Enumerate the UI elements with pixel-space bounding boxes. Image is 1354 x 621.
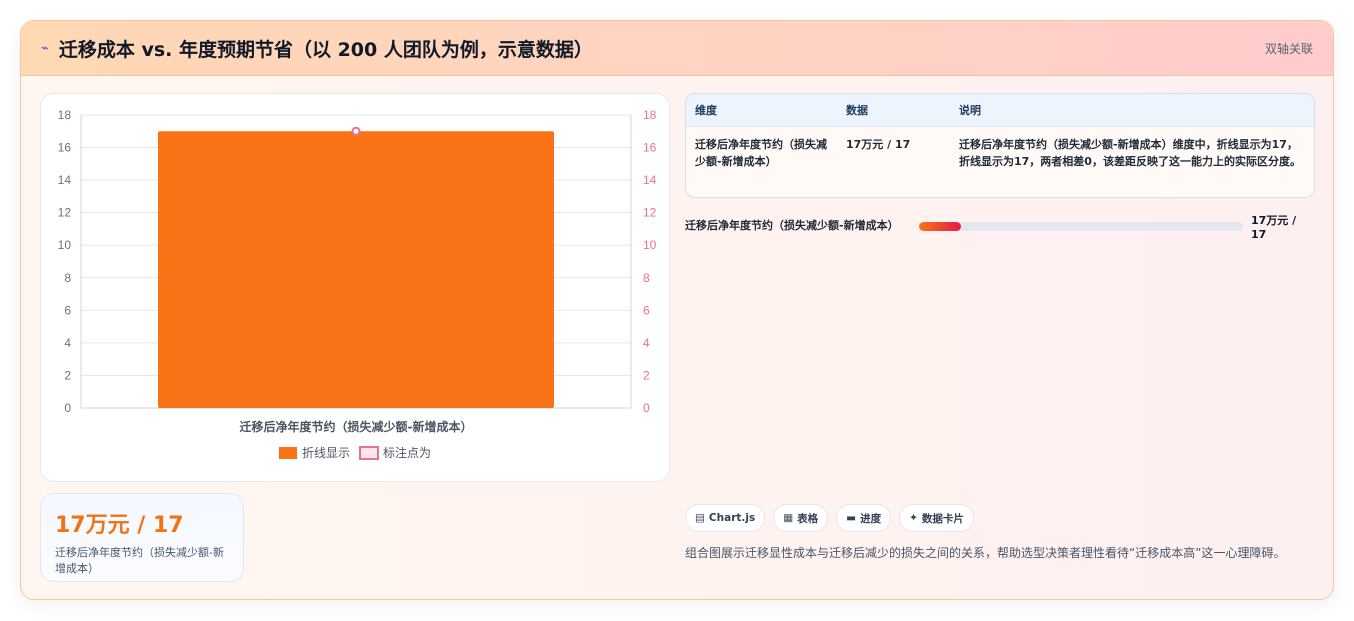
chip-label: 数据卡片 xyxy=(921,512,964,525)
y-tick-label-left: 4 xyxy=(64,336,71,350)
chip-label: Chart.js xyxy=(708,512,756,524)
progress-label: 迁移后净年度节约（损失减少额-新增成本） xyxy=(685,219,899,232)
y-tick-label-left: 8 xyxy=(64,271,71,285)
progress-value: 17万元 / 17 xyxy=(1250,213,1297,241)
y-tick-label-right: 12 xyxy=(643,206,657,220)
header-title-wrap: ⌁ 迁移成本 vs. 年度预期节省（以 200 人团队为例，示意数据） xyxy=(41,35,593,62)
table-cell-data: 17万元 / 17 xyxy=(846,137,911,151)
chart-card: ⌁ 迁移成本 vs. 年度预期节省（以 200 人团队为例，示意数据） 双轴关联… xyxy=(20,20,1334,600)
y-tick-label-right: 6 xyxy=(643,303,650,317)
tech-chips: ▤ Chart.js ▦ 表格 ▬ 进度 ✦ 数据卡片 xyxy=(685,504,974,532)
progress-icon: ▬ xyxy=(846,512,857,524)
y-tick-label-left: 12 xyxy=(58,206,72,220)
stat-value: 17万元 / 17 xyxy=(55,513,184,538)
y-tick-label-left: 10 xyxy=(58,238,72,252)
y-tick-label-left: 2 xyxy=(64,368,71,382)
y-tick-label-right: 4 xyxy=(643,336,650,350)
chip-label: 表格 xyxy=(797,512,819,525)
legend-swatch xyxy=(359,446,379,460)
table-row: 迁移后净年度节约（损失减少额-新增成本） 17万元 / 17 迁移后净年度节约（… xyxy=(686,126,1314,179)
y-tick-label-left: 14 xyxy=(58,173,72,187)
progress-fill xyxy=(919,221,962,231)
y-tick-label-left: 18 xyxy=(58,108,72,122)
y-tick-label-left: 16 xyxy=(58,141,72,155)
card-header: ⌁ 迁移成本 vs. 年度预期节省（以 200 人团队为例，示意数据） 双轴关联 xyxy=(21,21,1333,76)
progress-track xyxy=(919,221,1243,231)
y-tick-label-right: 16 xyxy=(643,141,657,155)
y-tick-label-right: 0 xyxy=(643,401,650,415)
table-icon: ▦ xyxy=(783,512,794,524)
chart-icon: ▤ xyxy=(695,512,705,524)
y-tick-label-left: 0 xyxy=(64,401,71,415)
chip-chartjs[interactable]: ▤ Chart.js xyxy=(685,504,766,532)
table-header-dimension: 维度 xyxy=(695,103,717,117)
chart-panel: 0 2 4 6 8 10 12 14 16 18 0 2 4 6 8 10 12 14 16 18 迁移后净年度节约（损… xyxy=(40,93,670,482)
chip-label: 进度 xyxy=(860,512,882,525)
dual-axis-tag: 双轴关联 xyxy=(1264,41,1313,56)
combo-chart: 0 2 4 6 8 10 12 14 16 18 0 2 4 6 8 10 12 14 16 18 迁移后净年度节约（损… xyxy=(58,108,657,460)
card-icon: ✦ xyxy=(909,512,918,524)
page-title: 迁移成本 vs. 年度预期节省（以 200 人团队为例，示意数据） xyxy=(58,38,593,61)
chart-description: 组合图展示迁移显性成本与迁移后减少的损失之间的关系，帮助选型决策者理性看待“迁移… xyxy=(685,546,1286,560)
y-tick-label-right: 10 xyxy=(643,238,657,252)
legend-label: 折线显示 xyxy=(302,445,350,460)
data-table: 维度 数据 说明 迁移后净年度节约（损失减少额-新增成本） 17万元 / 17 … xyxy=(685,93,1315,198)
y-tick-label-right: 2 xyxy=(643,368,650,382)
legend-swatch xyxy=(279,447,297,459)
legend-label: 标注点为 xyxy=(383,445,431,460)
y-tick-label-right: 8 xyxy=(643,271,650,285)
table-cell-note: 迁移后净年度节约（损失减少额-新增成本）维度中，折线显示为17，折线显示为17，… xyxy=(959,137,1301,168)
stat-card: 17万元 / 17 迁移后净年度节约（损失减少额-新增成本） xyxy=(40,493,244,582)
stat-label: 迁移后净年度节约（损失减少额-新增成本） xyxy=(55,546,224,575)
table-cell-dimension: 迁移后净年度节约（损失减少额-新增成本） xyxy=(695,137,827,168)
y-tick-label-left: 6 xyxy=(64,303,71,317)
table-header-data: 数据 xyxy=(846,103,868,117)
progress-row: 迁移后净年度节约（损失减少额-新增成本） 17万元 / 17 xyxy=(685,209,1315,243)
chip-progress[interactable]: ▬ 进度 xyxy=(836,504,892,532)
line-point xyxy=(351,126,361,136)
chip-data-card[interactable]: ✦ 数据卡片 xyxy=(899,504,974,532)
sparkle-icon: ⌁ xyxy=(41,40,49,56)
bar xyxy=(158,131,554,408)
y-tick-label-right: 18 xyxy=(643,108,657,122)
chip-table[interactable]: ▦ 表格 xyxy=(773,504,829,532)
x-tick-label: 迁移后净年度节约（损失减少额-新增成本） xyxy=(240,419,473,434)
table-header-row: 维度 数据 说明 xyxy=(686,94,1314,126)
table-header-note: 说明 xyxy=(959,103,981,117)
y-tick-label-right: 14 xyxy=(643,173,657,187)
